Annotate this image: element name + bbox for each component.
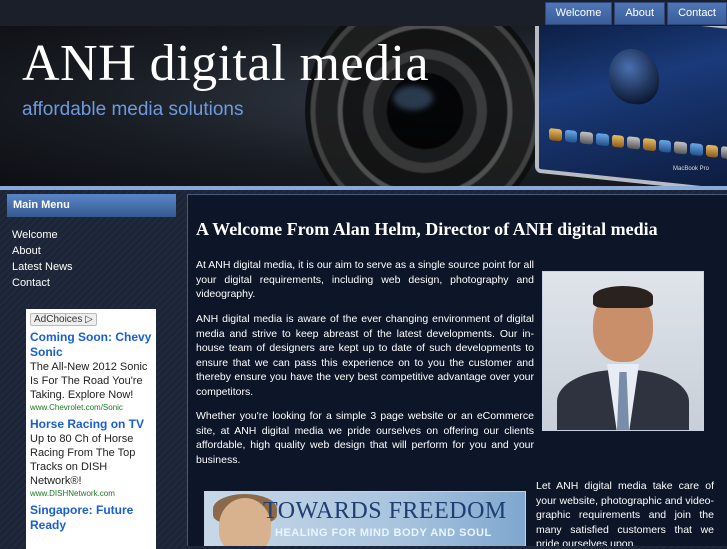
ad-item[interactable]: Horse Racing on TV Up to 80 Ch of Horse … [26, 417, 156, 500]
laptop-label: MacBook Pro [672, 166, 709, 172]
ad-item[interactable]: Singapore: Future Ready [26, 503, 156, 533]
nav-welcome-link[interactable]: Welcome [544, 2, 613, 25]
promo-banner[interactable]: TOWARDS FREEDOM HEALING FOR MIND BODY AN… [204, 491, 526, 546]
ad-url[interactable]: www.Chevrolet.com/Sonic [30, 402, 152, 414]
ad-title[interactable]: Singapore: Future Ready [30, 503, 152, 533]
menu-item-contact[interactable]: Contact [12, 275, 73, 291]
top-nav: Welcome About Contact [544, 2, 727, 25]
dock-icons [549, 128, 727, 160]
apple-logo-icon [609, 46, 659, 107]
side-paragraph: Let ANH digital media take care of your … [536, 480, 714, 546]
ad-description: Up to 80 Ch of Horse Racing From The Top… [30, 433, 136, 487]
director-portrait [542, 271, 704, 431]
ad-title[interactable]: Coming Soon: Chevy Sonic [30, 330, 152, 360]
promo-title: TOWARDS FREEDOM [263, 498, 507, 524]
sidebar: Main Menu Welcome About Latest News Cont… [0, 190, 184, 549]
ad-title[interactable]: Horse Racing on TV [30, 417, 152, 432]
laptop-image [535, 26, 727, 188]
menu-item-about[interactable]: About [12, 243, 73, 259]
ad-url[interactable]: www.DISHNetwork.com [30, 488, 152, 500]
menu-item-welcome[interactable]: Welcome [12, 227, 73, 243]
ad-item[interactable]: Coming Soon: Chevy Sonic The All-New 201… [26, 330, 156, 414]
main-content: A Welcome From Alan Helm, Director of AN… [187, 194, 727, 546]
main-menu: Welcome About Latest News Contact [12, 227, 73, 291]
header-banner: MacBook Pro ANH digital media affordable… [0, 26, 727, 188]
site-tagline: affordable media solutions [22, 99, 244, 120]
top-bar: Welcome About Contact [0, 0, 727, 26]
body-paragraph: ANH digital media is aware of the ever c… [196, 313, 534, 398]
ad-box: AdChoices ▷ Coming Soon: Chevy Sonic The… [26, 309, 156, 549]
menu-item-latest-news[interactable]: Latest News [12, 259, 73, 275]
intro-paragraph: At ANH digital media, it is our aim to s… [196, 259, 534, 301]
ad-description: The All-New 2012 Sonic Is For The Road Y… [30, 361, 148, 401]
page-heading: A Welcome From Alan Helm, Director of AN… [196, 219, 658, 239]
nav-about-link[interactable]: About [614, 2, 666, 25]
nav-contact-link[interactable]: Contact [667, 2, 727, 25]
promo-subtitle: HEALING FOR MIND BODY AND SOUL [275, 527, 492, 539]
adchoices-button[interactable]: AdChoices ▷ [30, 313, 97, 326]
site-title: ANH digital media [22, 35, 430, 92]
main-menu-title: Main Menu [7, 194, 176, 217]
body-paragraph: Whether you're looking for a simple 3 pa… [196, 410, 534, 466]
